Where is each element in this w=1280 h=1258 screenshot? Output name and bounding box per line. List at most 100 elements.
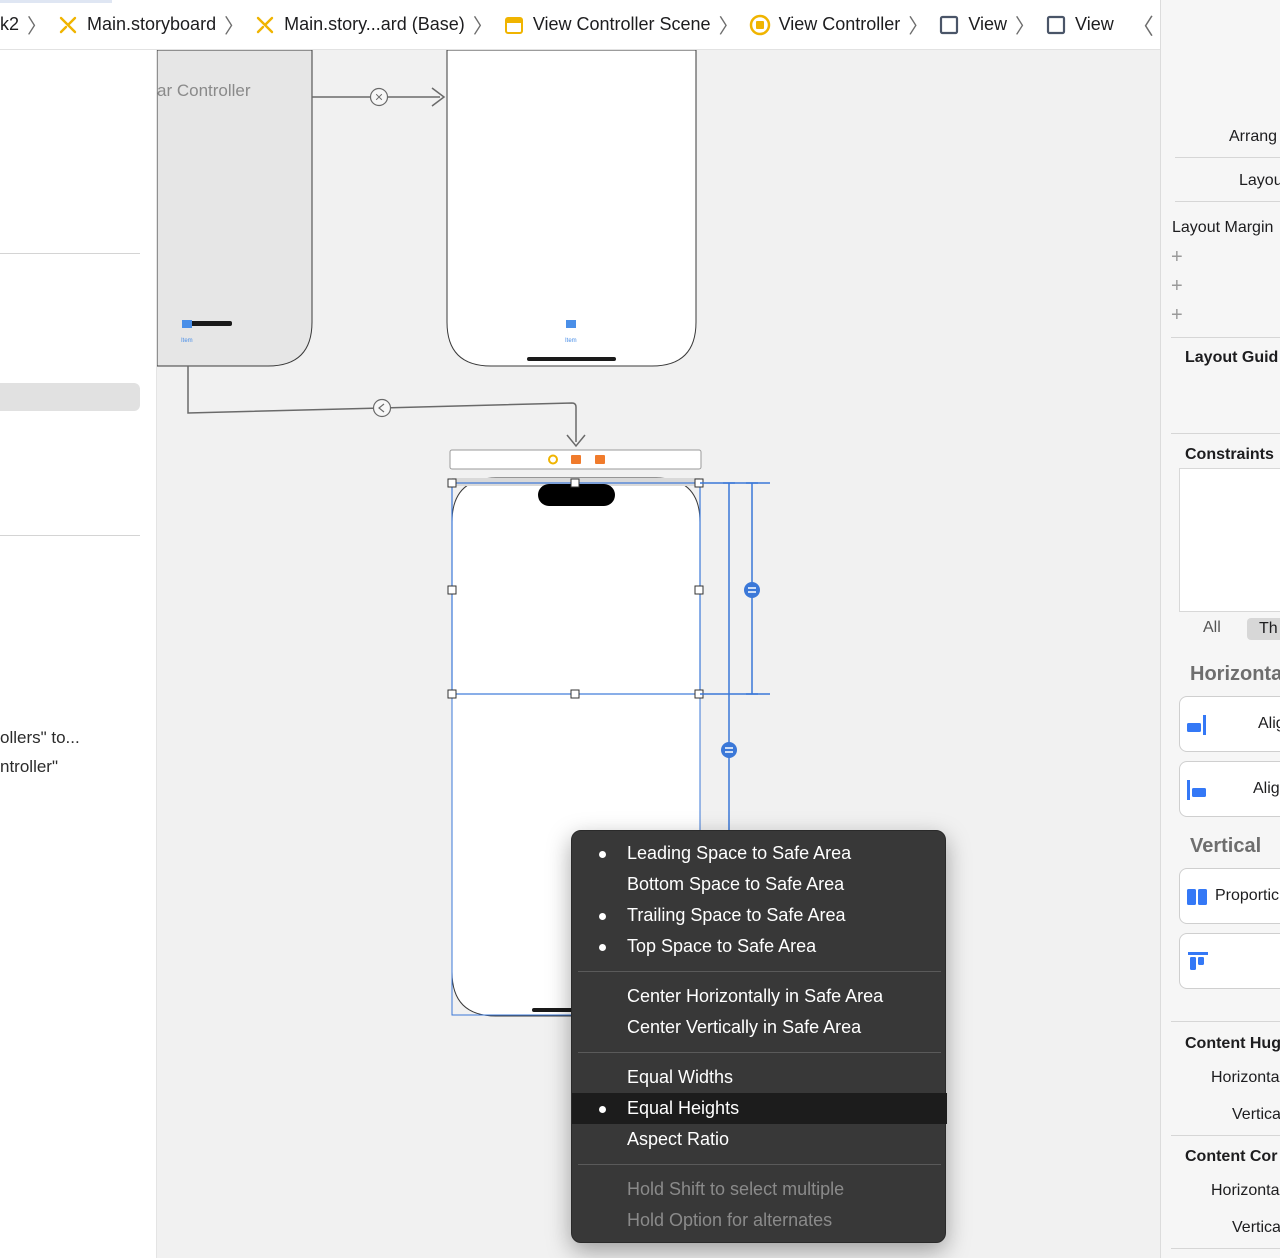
view-icon — [938, 14, 960, 36]
view-controller-scene-top[interactable] — [446, 50, 697, 367]
align-top-icon — [1188, 952, 1208, 970]
chevron-right-icon: 〉 — [718, 16, 739, 38]
menu-hint-label: Hold Shift to select multiple — [627, 1179, 845, 1199]
tab-item-label: Item — [565, 338, 577, 344]
view-controller-icon — [749, 14, 771, 36]
layout-label[interactable]: Layou — [1239, 172, 1280, 190]
constraints-header: Constraints — [1185, 446, 1274, 463]
vertical-header: Vertical — [1190, 835, 1262, 857]
menu-item-label: Bottom Space to Safe Area — [627, 874, 845, 894]
view-icon — [1045, 14, 1067, 36]
arrange-label[interactable]: Arrang — [1229, 128, 1277, 146]
proportional-label: Proportic — [1215, 887, 1280, 904]
tab-bar-controller-label: ar Controller — [157, 81, 251, 100]
align-top-card[interactable] — [1179, 933, 1280, 989]
checkmark-dot-icon — [599, 913, 606, 920]
align-leading-icon — [1187, 780, 1206, 800]
crumb-project[interactable]: k2 — [0, 14, 23, 35]
content-compression-header: Content Cor — [1185, 1148, 1278, 1165]
menu-hint-label: Hold Option for alternates — [627, 1210, 833, 1230]
align-leading-card[interactable]: Alig — [1179, 761, 1280, 817]
proportional-height-icon — [1187, 889, 1207, 905]
relationship-segue-bottom[interactable] — [187, 366, 586, 448]
hugging-horizontal-label: Horizonta — [1211, 1069, 1280, 1086]
menu-separator — [578, 971, 941, 972]
chevron-right-icon: 〉 — [27, 16, 48, 38]
chevron-right-icon: 〉 — [1015, 16, 1036, 38]
crumb-main-storyboard-label: Main.storyboard — [87, 14, 217, 34]
menu-item-label: Equal Heights — [627, 1098, 740, 1118]
menu-item-label: Aspect Ratio — [627, 1129, 730, 1149]
crumb-project-label: k2 — [0, 14, 20, 34]
home-indicator — [527, 357, 616, 361]
menu-item-equal-widths[interactable]: Equal Widths — [572, 1062, 947, 1093]
menu-item-label: Trailing Space to Safe Area — [627, 905, 846, 925]
chevron-right-icon: 〉 — [472, 16, 493, 38]
align-trailing-card[interactable]: Alig — [1179, 696, 1280, 752]
jump-bar: k2 〉 Main.storyboard 〉 Main.story...ard … — [0, 0, 1160, 50]
chevron-right-icon: 〉 — [908, 16, 929, 38]
equal-constraint-badge-1[interactable] — [744, 582, 760, 598]
crumb-scene[interactable]: View Controller Scene — [499, 14, 715, 36]
menu-item-label: Equal Widths — [627, 1067, 734, 1087]
menu-hint-option: Hold Option for alternates — [572, 1205, 947, 1236]
menu-separator — [578, 1052, 941, 1053]
menu-item-center-horizontally[interactable]: Center Horizontally in Safe Area — [572, 981, 947, 1012]
horizontal-header: Horizonta — [1190, 663, 1280, 685]
menu-item-equal-heights[interactable]: Equal Heights — [572, 1093, 947, 1124]
tab-item-icon — [566, 320, 576, 328]
description-line-1: ollers" to... — [0, 728, 80, 747]
hugging-vertical-label: Vertica — [1232, 1106, 1280, 1123]
constraints-list[interactable] — [1179, 468, 1280, 612]
menu-item-label: Center Horizontally in Safe Area — [627, 986, 884, 1006]
crumb-storyboard-base-label: Main.story...ard (Base) — [284, 14, 465, 34]
scene-icon — [503, 14, 525, 36]
selected-row[interactable] — [0, 383, 140, 411]
menu-hint-shift: Hold Shift to select multiple — [572, 1174, 947, 1205]
equal-constraint-badge-2[interactable] — [721, 742, 737, 758]
chevron-left-icon[interactable]: 〈 — [1118, 9, 1160, 41]
divider — [0, 253, 140, 254]
proportional-card[interactable]: Proportic — [1179, 868, 1280, 924]
crumb-view-1-label: View — [968, 14, 1008, 34]
library-panel: ollers" to... ntroller" — [0, 50, 157, 1258]
scene-dock[interactable] — [449, 449, 702, 470]
menu-item-trailing-space[interactable]: Trailing Space to Safe Area — [572, 900, 947, 931]
crumb-storyboard-base[interactable]: Main.story...ard (Base) — [250, 14, 469, 36]
plus-icon[interactable]: + — [1171, 275, 1183, 298]
align-trailing-icon — [1187, 715, 1206, 735]
menu-item-aspect-ratio[interactable]: Aspect Ratio — [572, 1124, 947, 1155]
crumb-view-controller[interactable]: View Controller — [745, 14, 905, 36]
chevron-right-icon: 〉 — [224, 16, 245, 38]
segment-this-size-class[interactable]: Th — [1247, 618, 1280, 640]
tab-item-label: Item — [181, 338, 193, 344]
menu-separator — [578, 1164, 941, 1165]
description-line-2: ntroller" — [0, 757, 58, 776]
crumb-view-1[interactable]: View — [934, 14, 1011, 36]
content-hugging-header: Content Hug — [1185, 1035, 1280, 1052]
crumb-view-2-label: View — [1075, 14, 1114, 34]
plus-icon[interactable]: + — [1171, 246, 1183, 269]
equal-heights-constraint[interactable] — [700, 482, 770, 830]
crumb-view-2[interactable]: View — [1041, 14, 1118, 36]
divider — [0, 535, 140, 536]
size-inspector: Arrang Layou Layout Margin + + + Layout … — [1160, 0, 1280, 1258]
menu-item-label: Top Space to Safe Area — [627, 936, 817, 956]
relationship-segue-top[interactable] — [312, 87, 446, 107]
align-label-1: Alig — [1258, 715, 1280, 732]
menu-item-top-space[interactable]: Top Space to Safe Area — [572, 931, 947, 962]
plus-icon[interactable]: + — [1171, 304, 1183, 327]
layout-margins-label: Layout Margin — [1172, 219, 1274, 236]
checkmark-dot-icon — [599, 1106, 606, 1113]
checkmark-dot-icon — [599, 851, 606, 858]
crumb-scene-label: View Controller Scene — [532, 14, 711, 34]
jump-bar-selection-line — [0, 0, 112, 3]
menu-item-leading-space[interactable]: Leading Space to Safe Area — [572, 838, 947, 869]
menu-item-center-vertically[interactable]: Center Vertically in Safe Area — [572, 1012, 947, 1043]
segment-all[interactable]: All — [1203, 619, 1221, 637]
checkmark-dot-icon — [599, 944, 606, 951]
crumb-main-storyboard[interactable]: Main.storyboard — [53, 14, 220, 36]
layout-guides-header: Layout Guid — [1185, 349, 1279, 366]
compression-horizontal-label: Horizonta — [1211, 1182, 1280, 1199]
menu-item-bottom-space[interactable]: Bottom Space to Safe Area — [572, 869, 947, 900]
